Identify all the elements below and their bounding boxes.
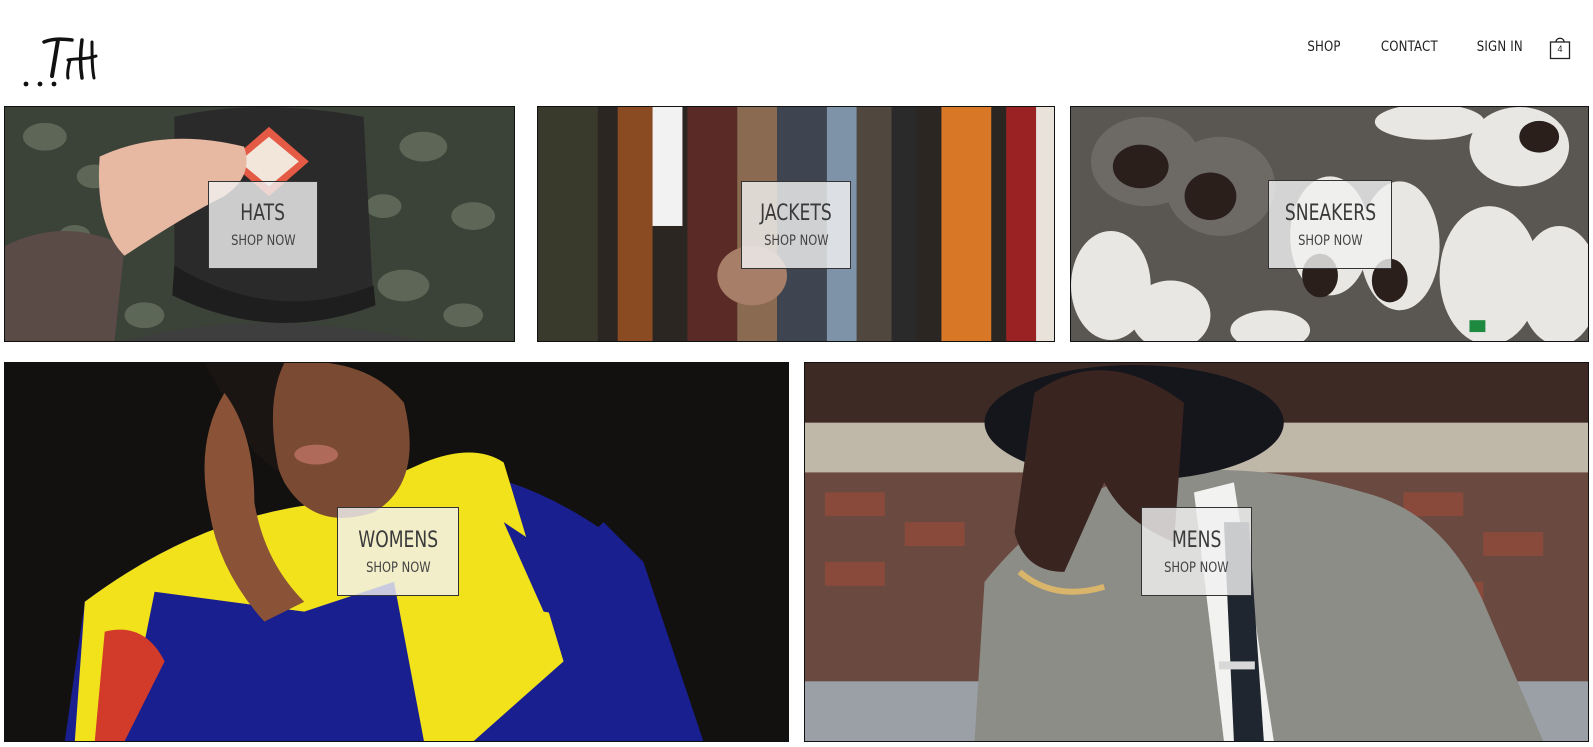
category-title-hats: HATS xyxy=(240,201,286,226)
category-title-womens: WOMENS xyxy=(358,527,438,553)
womens-label-box[interactable]: WOMENS SHOP NOW xyxy=(337,507,459,596)
shop-now-link-jackets[interactable]: SHOP NOW xyxy=(764,233,829,249)
site-logo[interactable] xyxy=(20,30,102,92)
mens-label-box[interactable]: MENS SHOP NOW xyxy=(1141,507,1252,596)
main-nav: SHOP CONTACT SIGN IN 4 xyxy=(1271,34,1571,60)
shop-now-link-sneakers[interactable]: SHOP NOW xyxy=(1298,233,1363,249)
category-tile-jackets[interactable]: JACKETS SHOP NOW xyxy=(537,106,1055,342)
shop-now-link-mens[interactable]: SHOP NOW xyxy=(1164,560,1229,576)
site-header: SHOP CONTACT SIGN IN 4 xyxy=(0,0,1593,104)
nav-contact-link[interactable]: CONTACT xyxy=(1381,39,1438,55)
sneakers-label-box[interactable]: SNEAKERS SHOP NOW xyxy=(1268,180,1392,269)
cart-button[interactable]: 4 xyxy=(1549,34,1571,60)
category-title-mens: MENS xyxy=(1171,527,1222,553)
category-tile-hats[interactable]: HATS SHOP NOW xyxy=(4,106,515,342)
category-title-sneakers: SNEAKERS xyxy=(1284,200,1376,226)
category-title-jackets: JACKETS xyxy=(760,201,832,226)
nav-sign-in-link[interactable]: SIGN IN xyxy=(1477,39,1523,55)
hats-label-box[interactable]: HATS SHOP NOW xyxy=(208,181,318,269)
nav-shop-link[interactable]: SHOP xyxy=(1307,39,1340,55)
shop-now-link-hats[interactable]: SHOP NOW xyxy=(231,233,296,249)
category-tile-sneakers[interactable]: SNEAKERS SHOP NOW xyxy=(1070,106,1589,342)
shop-now-link-womens[interactable]: SHOP NOW xyxy=(366,560,431,576)
jackets-label-box[interactable]: JACKETS SHOP NOW xyxy=(741,181,851,269)
cart-count-badge: 4 xyxy=(1557,44,1563,54)
logo-mark xyxy=(23,37,98,87)
category-tile-mens[interactable]: MENS SHOP NOW xyxy=(804,362,1589,742)
category-tile-womens[interactable]: WOMENS SHOP NOW xyxy=(4,362,789,742)
